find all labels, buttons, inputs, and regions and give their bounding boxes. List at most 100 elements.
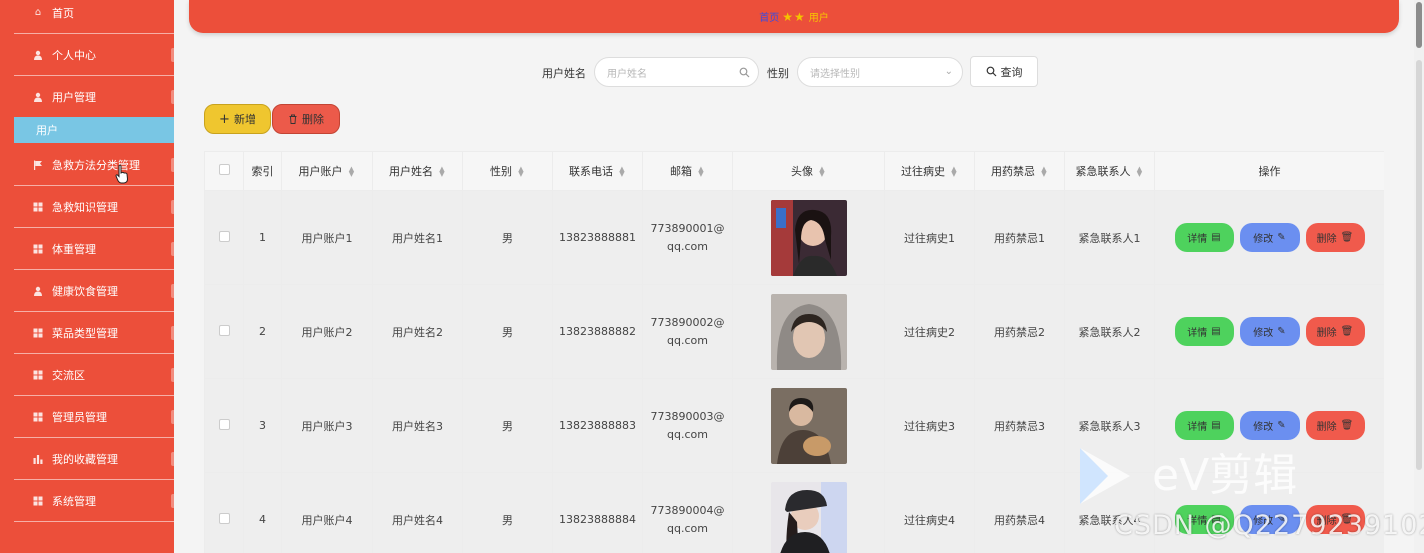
header-email[interactable]: 邮箱 ▲ ▼ — [642, 151, 733, 191]
cell-gender: 男 — [462, 472, 553, 553]
cell-taboo: 用药禁忌4 — [974, 472, 1065, 553]
cell-history: 过往病史3 — [884, 378, 975, 473]
watermark-text: CSDN @Q2279239102 — [1114, 510, 1424, 541]
cell-index: 4 — [243, 472, 282, 553]
batch-delete-button[interactable]: 删除 — [272, 104, 340, 134]
cell-account: 用户账户3 — [281, 378, 373, 473]
cell-contact: 紧急联系人2 — [1064, 284, 1155, 379]
cell-email: 773890001@ qq.com — [642, 190, 733, 285]
row-delete-button[interactable]: 删除 🗑 — [1305, 317, 1365, 346]
cell-name: 用户姓名2 — [372, 284, 463, 379]
sidebar-item-favorites[interactable]: 我的收藏管理 — [14, 438, 174, 480]
cell-operations: 详情 ▤ 修改 ✎ 删除 🗑 — [1154, 190, 1384, 285]
cell-index: 2 — [243, 284, 282, 379]
header-avatar[interactable]: 头像 ▲ ▼ — [732, 151, 885, 191]
cell-phone: 13823888884 — [552, 472, 643, 553]
cell-phone: 13823888881 — [552, 190, 643, 285]
trash-icon: 🗑 — [1340, 232, 1354, 243]
sort-icon[interactable]: ▲ ▼ — [517, 166, 525, 178]
sort-icon[interactable]: ▲ ▼ — [697, 166, 705, 178]
bar-chart-icon — [32, 453, 44, 465]
gender-select[interactable]: 请选择性别 ⌄ — [797, 57, 963, 87]
cell-taboo: 用药禁忌2 — [974, 284, 1065, 379]
sort-icon[interactable]: ▲ ▼ — [1040, 166, 1048, 178]
header-history[interactable]: 过往病史 ▲ ▼ — [884, 151, 975, 191]
cell-avatar — [732, 472, 885, 553]
home-icon: ⌂ — [34, 7, 42, 18]
edit-button[interactable]: 修改 ✎ — [1239, 317, 1300, 346]
row-delete-button[interactable]: 删除 🗑 — [1305, 223, 1365, 252]
sidebar-item-label: 我的收藏管理 — [52, 452, 118, 466]
query-button-label: 查询 — [1000, 65, 1023, 79]
breadcrumb-home[interactable]: 首页 — [759, 9, 779, 24]
sidebar-item-weight[interactable]: 体重管理 — [14, 228, 174, 270]
name-search-label: 用户姓名 — [542, 67, 586, 80]
sort-icon[interactable]: ▲ ▼ — [618, 166, 626, 178]
sidebar-item-admin[interactable]: 管理员管理 — [14, 396, 174, 438]
sidebar-item-home[interactable]: ⌂ 首页 — [14, 0, 174, 34]
sort-icon[interactable]: ▲ ▼ — [348, 166, 356, 178]
avatar-image[interactable] — [770, 387, 847, 464]
header-gender[interactable]: 性别 ▲ ▼ — [462, 151, 553, 191]
sort-icon[interactable]: ▲ ▼ — [950, 166, 958, 178]
row-delete-button[interactable]: 删除 🗑 — [1305, 411, 1365, 440]
detail-button[interactable]: 详情 ▤ — [1174, 411, 1234, 440]
chevron-down-icon: ⌄ — [944, 66, 953, 77]
select-all-checkbox[interactable] — [218, 164, 230, 175]
sidebar-subitem-user[interactable]: 用户 — [14, 117, 174, 143]
edit-button[interactable]: 修改 ✎ — [1239, 411, 1300, 440]
row-checkbox[interactable] — [218, 418, 230, 430]
grid-icon — [32, 369, 44, 381]
row-checkbox[interactable] — [218, 512, 230, 524]
sidebar-item-forum[interactable]: 交流区 — [14, 354, 174, 396]
sidebar-item-personal-center[interactable]: 个人中心 — [14, 34, 174, 76]
detail-button[interactable]: 详情 ▤ — [1174, 223, 1234, 252]
sidebar-item-dish-type[interactable]: 菜品类型管理 — [14, 312, 174, 354]
cell-email: 773890004@ qq.com — [642, 472, 733, 553]
avatar-image[interactable] — [770, 481, 847, 553]
cell-account: 用户账户4 — [281, 472, 373, 553]
sidebar-item-system[interactable]: 系统管理 — [14, 480, 174, 522]
detail-button[interactable]: 详情 ▤ — [1174, 317, 1234, 346]
avatar-image[interactable] — [770, 199, 847, 276]
sort-icon[interactable]: ▲ ▼ — [1136, 166, 1144, 178]
document-icon: ▤ — [1211, 326, 1221, 337]
row-checkbox[interactable] — [218, 324, 230, 336]
delete-button-label: 删除 — [302, 113, 324, 126]
header-index: 索引 — [243, 151, 282, 191]
scrollbar-thumb[interactable] — [1416, 2, 1422, 48]
header-account[interactable]: 用户账户 ▲ ▼ — [281, 151, 373, 191]
name-search-input[interactable]: 用户姓名 — [594, 57, 759, 87]
cell-account: 用户账户1 — [281, 190, 373, 285]
cell-email: 773890003@ qq.com — [642, 378, 733, 473]
cell-name: 用户姓名3 — [372, 378, 463, 473]
video-editor-logo-icon: eV剪辑 — [1080, 448, 1297, 504]
header-phone[interactable]: 联系电话 ▲ ▼ — [552, 151, 643, 191]
add-button[interactable]: + 新增 — [204, 104, 271, 134]
header-contact[interactable]: 紧急联系人 ▲ ▼ — [1064, 151, 1155, 191]
sidebar-item-first-aid-category[interactable]: 急救方法分类管理 — [14, 144, 174, 186]
sidebar-item-user-management[interactable]: 用户管理 — [14, 76, 174, 118]
sidebar-item-label: 首页 — [52, 6, 74, 20]
select-all-cell[interactable] — [204, 151, 244, 191]
avatar-image[interactable] — [770, 293, 847, 370]
cell-taboo: 用药禁忌3 — [974, 378, 1065, 473]
row-checkbox[interactable] — [218, 230, 230, 242]
sidebar-item-healthy-diet[interactable]: 健康饮食管理 — [14, 270, 174, 312]
cell-avatar — [732, 378, 885, 473]
header-name[interactable]: 用户姓名 ▲ ▼ — [372, 151, 463, 191]
pencil-icon: ✎ — [1277, 420, 1286, 431]
query-button[interactable]: 查询 — [970, 56, 1038, 87]
breadcrumb-current: 用户 — [808, 13, 829, 24]
sidebar-item-label: 交流区 — [52, 368, 85, 382]
sort-icon[interactable]: ▲ ▼ — [818, 166, 826, 178]
svg-text:eV剪辑: eV剪辑 — [1152, 450, 1297, 501]
sidebar-item-first-aid-knowledge[interactable]: 急救知识管理 — [14, 186, 174, 228]
sort-icon[interactable]: ▲ ▼ — [438, 166, 446, 178]
pencil-icon: ✎ — [1277, 326, 1286, 337]
table-row: 1 用户账户1 用户姓名1 男 13823888881 773890001@ qq… — [204, 190, 1384, 285]
edit-button[interactable]: 修改 ✎ — [1239, 223, 1300, 252]
trash-icon — [289, 114, 297, 124]
page-scrollbar[interactable] — [1414, 0, 1424, 553]
header-taboo[interactable]: 用药禁忌 ▲ ▼ — [974, 151, 1065, 191]
